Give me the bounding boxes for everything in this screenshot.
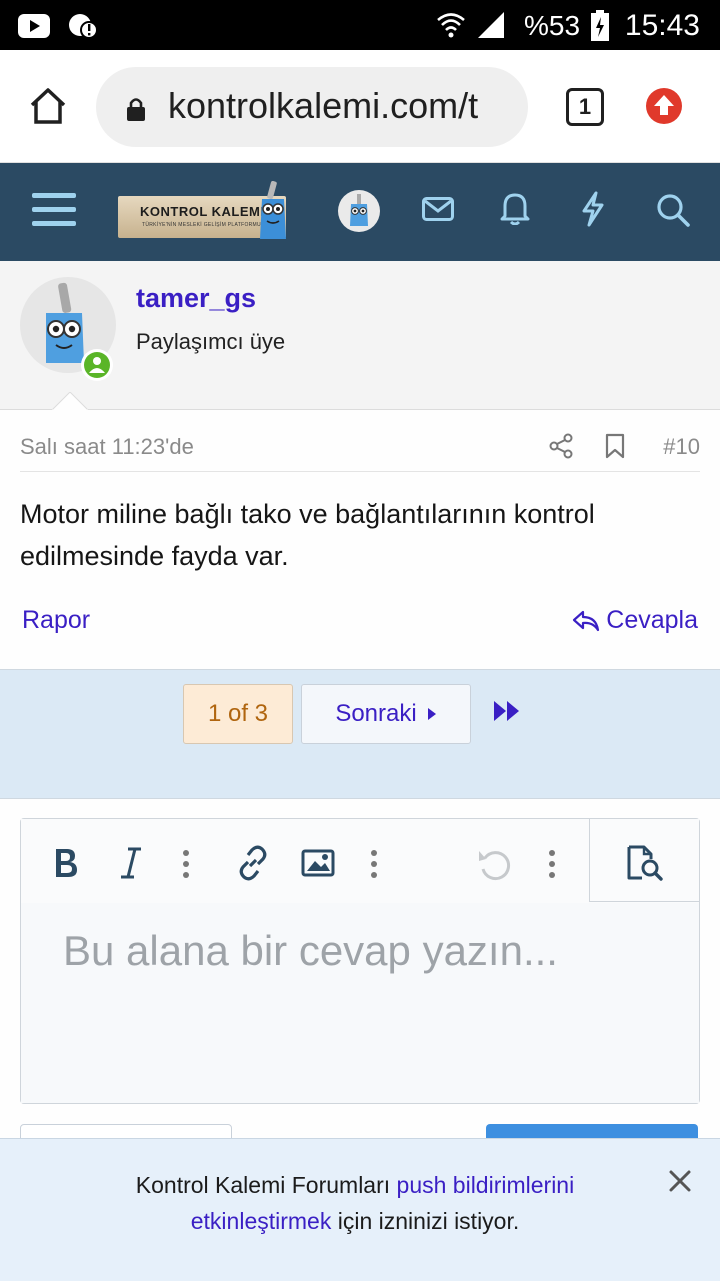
search-icon[interactable] <box>656 193 690 227</box>
enable-push-link-part1: push bildirimlerini <box>396 1172 575 1198</box>
more-options-icon[interactable] <box>181 849 191 879</box>
online-status-icon <box>81 349 113 381</box>
signal-icon <box>476 10 506 40</box>
wifi-icon <box>436 10 466 40</box>
battery-icon <box>590 10 610 42</box>
reply-placeholder: Bu alana bir cevap yazın... <box>63 927 558 974</box>
page-indicator-button[interactable]: 1 of 3 <box>183 684 293 744</box>
post-date[interactable]: Salı saat 11:23'de <box>20 434 194 460</box>
editor-toolbar <box>21 819 700 903</box>
security-alert-icon <box>68 12 98 40</box>
preview-icon <box>626 845 664 881</box>
reply-label: Cevapla <box>606 606 698 634</box>
battery-percent: %53 <box>524 10 581 41</box>
reply-link[interactable]: Cevapla <box>572 606 698 635</box>
reply-textarea[interactable]: Bu alana bir cevap yazın... <box>21 903 699 1103</box>
report-link[interactable]: Rapor <box>22 606 90 635</box>
home-icon[interactable] <box>28 87 68 125</box>
pagination-bar: 1 of 3 Sonraki <box>0 669 720 799</box>
reply-editor: Bu alana bir cevap yazın... <box>20 818 700 1104</box>
undo-icon[interactable] <box>477 847 513 881</box>
logo-title: KONTROL KALEMI <box>140 204 265 219</box>
share-icon[interactable] <box>548 433 574 459</box>
more-options-icon[interactable] <box>369 849 379 879</box>
notice-text-end: için izninizi istiyor. <box>337 1208 520 1234</box>
divider <box>20 471 700 472</box>
logo-subtitle: TÜRKİYE'NİN MESLEKİ GELİŞİM PLATFORMU <box>142 222 261 228</box>
user-avatar-icon[interactable] <box>338 190 380 232</box>
push-permission-notice: Kontrol Kalemi Forumları push bildirimle… <box>0 1138 720 1281</box>
last-page-icon[interactable] <box>492 700 522 722</box>
bookmark-icon[interactable] <box>605 433 625 459</box>
mascot-icon <box>256 181 290 243</box>
post-number[interactable]: #10 <box>663 434 700 460</box>
lock-icon <box>126 97 146 121</box>
post-body: Motor miline bağlı tako ve bağlantıların… <box>20 499 595 571</box>
author-username[interactable]: tamer_gs <box>136 283 256 314</box>
more-options-icon[interactable] <box>547 849 557 879</box>
post-user-block: tamer_gs Paylaşımcı üye <box>0 261 720 410</box>
browser-toolbar: kontrolkalemi.com/t 1 <box>0 50 720 163</box>
link-icon[interactable] <box>235 845 271 881</box>
forum-header: KONTROL KALEMI TÜRKİYE'NİN MESLEKİ GELİŞ… <box>0 163 720 261</box>
bold-icon[interactable] <box>53 847 79 879</box>
author-title: Paylaşımcı üye <box>136 329 286 354</box>
status-bar: %53 15:43 <box>0 0 720 50</box>
preview-button[interactable] <box>589 819 700 902</box>
youtube-icon <box>18 14 50 38</box>
clock: 15:43 <box>624 9 700 42</box>
lightning-icon[interactable] <box>580 191 606 227</box>
next-page-label: Sonraki <box>335 700 417 727</box>
notice-text-start: Kontrol Kalemi Forumları <box>135 1172 391 1198</box>
menu-icon[interactable] <box>32 191 76 229</box>
user-block-pointer <box>52 392 88 411</box>
caret-right-icon <box>427 707 437 721</box>
tab-switcher-button[interactable]: 1 <box>566 88 604 126</box>
bell-icon[interactable] <box>500 191 530 225</box>
mail-icon[interactable] <box>422 195 454 223</box>
reply-icon <box>572 609 600 633</box>
address-bar[interactable]: kontrolkalemi.com/t <box>96 67 528 147</box>
close-icon[interactable] <box>668 1169 692 1193</box>
next-page-button[interactable]: Sonraki <box>301 684 471 744</box>
url-text: kontrolkalemi.com/t <box>168 85 479 126</box>
notice-text: Kontrol Kalemi Forumları push bildirimle… <box>60 1167 650 1239</box>
enable-push-link-part2: etkinleştirmek <box>190 1208 332 1234</box>
image-icon[interactable] <box>301 849 335 877</box>
italic-icon[interactable] <box>119 847 143 879</box>
update-arrow-icon[interactable] <box>646 88 682 124</box>
